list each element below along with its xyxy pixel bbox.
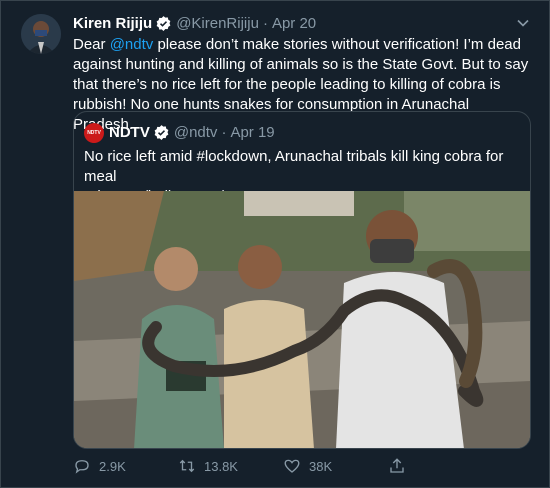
reply-action[interactable]: 2.9K bbox=[73, 457, 178, 475]
quoted-timestamp[interactable]: Apr 19 bbox=[230, 124, 274, 141]
tweet-text-prefix: Dear bbox=[73, 36, 110, 53]
reply-count: 2.9K bbox=[99, 458, 126, 474]
quoted-avatar-text: NDTV bbox=[87, 129, 101, 136]
heart-icon bbox=[284, 459, 300, 473]
mention-link[interactable]: @ndtv bbox=[110, 36, 154, 53]
tweet-header: Kiren Rijiju @KirenRijiju · Apr 20 bbox=[73, 13, 533, 33]
tweet-card[interactable]: Kiren Rijiju @KirenRijiju · Apr 20 Dear … bbox=[0, 0, 550, 488]
verified-badge-icon bbox=[156, 15, 171, 31]
separator: · bbox=[262, 14, 268, 32]
quoted-photo[interactable] bbox=[74, 191, 530, 449]
share-icon bbox=[390, 458, 404, 473]
quoted-tweet[interactable]: NDTV NDTV @ndtv · Apr 19 No rice left am… bbox=[73, 111, 531, 449]
like-action[interactable]: 38K bbox=[283, 457, 388, 475]
author-handle[interactable]: @KirenRijiju bbox=[176, 15, 259, 32]
retweet-icon bbox=[179, 459, 195, 473]
quoted-text-line1: No rice left amid #lockdown, Arunachal t… bbox=[84, 148, 504, 185]
separator: · bbox=[221, 124, 227, 141]
verified-badge-icon bbox=[154, 125, 169, 140]
quoted-avatar[interactable]: NDTV bbox=[84, 122, 104, 143]
tweet-actions: 2.9K 13.8K 38K bbox=[73, 457, 493, 475]
timestamp[interactable]: Apr 20 bbox=[272, 15, 316, 32]
author-name[interactable]: Kiren Rijiju bbox=[73, 15, 152, 32]
quoted-author-name[interactable]: NDTV bbox=[109, 124, 150, 141]
quoted-header: NDTV NDTV @ndtv · Apr 19 bbox=[74, 112, 530, 143]
author-avatar[interactable] bbox=[21, 14, 61, 54]
retweet-count: 13.8K bbox=[204, 458, 238, 474]
retweet-action[interactable]: 13.8K bbox=[178, 457, 283, 475]
quoted-author-handle[interactable]: @ndtv bbox=[174, 124, 218, 141]
share-action[interactable] bbox=[388, 457, 493, 475]
reply-icon bbox=[75, 460, 89, 474]
like-count: 38K bbox=[309, 458, 333, 474]
